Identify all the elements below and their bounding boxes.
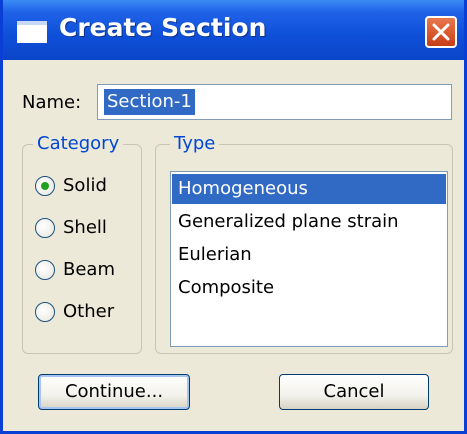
close-button[interactable] [425,16,457,48]
type-item-homogeneous[interactable]: Homogeneous [172,174,446,204]
continue-button[interactable]: Continue... [38,374,190,410]
type-legend: Type [170,133,220,154]
radio-unchecked-icon[interactable] [35,218,55,238]
category-group: Category Solid Shell Beam Other [22,133,142,354]
cancel-button[interactable]: Cancel [279,374,429,410]
type-group: Type Homogeneous Generalized plane strai… [155,133,453,354]
window-icon [17,21,47,43]
name-label: Name: [22,92,82,113]
title-bar[interactable]: Create Section [3,0,464,60]
dialog-title: Create Section [59,13,267,42]
category-option-label: Solid [63,175,107,196]
category-option-label: Shell [63,217,107,238]
type-listbox[interactable]: Homogeneous Generalized plane strain Eul… [170,171,448,347]
name-field[interactable]: Section-1 [97,84,452,120]
category-option-label: Other [63,301,115,322]
category-legend: Category [33,133,124,154]
radio-unchecked-icon[interactable] [35,302,55,322]
radio-checked-icon[interactable] [35,176,55,196]
radio-unchecked-icon[interactable] [35,260,55,280]
category-option-label: Beam [63,259,115,280]
create-section-dialog: Create Section Name: Section-1 Category … [0,0,467,434]
name-field-value: Section-1 [104,89,195,115]
type-item-generalized-plane-strain[interactable]: Generalized plane strain [172,207,446,237]
type-item-composite[interactable]: Composite [172,273,446,303]
type-item-eulerian[interactable]: Eulerian [172,240,446,270]
dialog-body: Name: Section-1 Category Solid Shell Bea… [3,60,464,431]
close-icon [432,23,450,41]
